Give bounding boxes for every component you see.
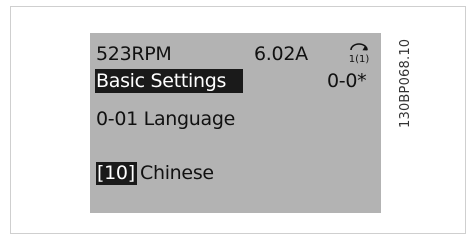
lcp-display: 523RPM 6.02A 1(1) Basic Settings 0-0* 0-… [90, 33, 381, 213]
menu-header[interactable]: Basic Settings 0-0* [95, 69, 375, 93]
setup-indicator-icon: 1(1) [346, 41, 372, 65]
setup-indicator-label: 1(1) [349, 54, 370, 65]
parameter-label: 0-01 Language [96, 108, 236, 130]
parameter-group-number: 0-0* [327, 70, 367, 92]
parameter-value: Chinese [140, 162, 214, 184]
menu-title: Basic Settings [96, 70, 227, 92]
figure-id-label: 130BP068.10 [398, 38, 413, 128]
motor-speed-readout: 523RPM [96, 43, 172, 65]
motor-current-readout: 6.02A [254, 43, 308, 65]
value-index-cursor[interactable]: [10] [96, 162, 137, 185]
